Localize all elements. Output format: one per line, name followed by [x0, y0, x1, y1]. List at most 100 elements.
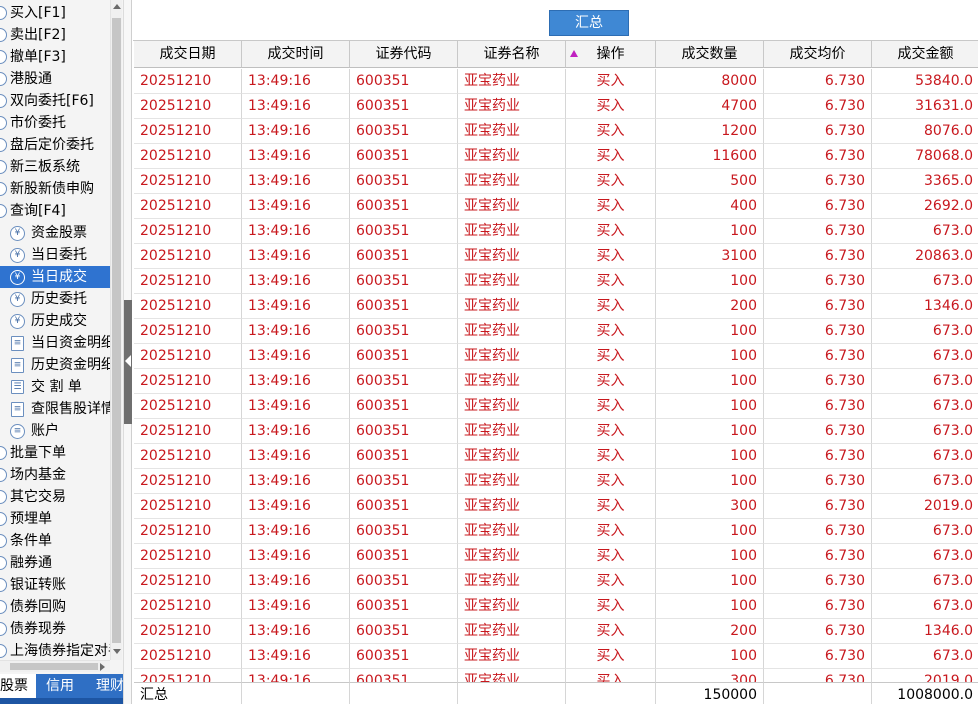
table-row[interactable]: 20251210 13:49:16 600351 亚宝药业 买入 500 6.730 3365…: [134, 169, 978, 194]
table-row[interactable]: 20251210 13:49:16 600351 亚宝药业 买入 11600 6.730 78…: [134, 144, 978, 169]
scroll-thumb[interactable]: [112, 18, 121, 643]
cell-trade-quantity: 100: [656, 269, 764, 294]
cell-operation: 买入: [566, 594, 656, 619]
scroll-thumb[interactable]: [10, 663, 98, 670]
nav-item-ipo-subscribe[interactable]: 新股新债申购: [0, 178, 110, 200]
cell-trade-amount: 1346.0: [872, 294, 978, 319]
nav-item-batch-order[interactable]: 批量下单: [0, 442, 110, 464]
scroll-up-icon[interactable]: [113, 4, 121, 9]
table-row[interactable]: 20251210 13:49:16 600351 亚宝药业 买入 100 6.730 673.…: [134, 569, 978, 594]
nav-item-two-way-order[interactable]: 双向委托[F6]: [0, 90, 110, 112]
cell-operation: 买入: [566, 144, 656, 169]
table-row[interactable]: 20251210 13:49:16 600351 亚宝药业 买入 200 6.730 1346…: [134, 619, 978, 644]
scroll-down-icon[interactable]: [113, 649, 121, 654]
table-row[interactable]: 20251210 13:49:16 600351 亚宝药业 买入 100 6.730 673.…: [134, 519, 978, 544]
table-row[interactable]: 20251210 13:49:16 600351 亚宝药业 买入 300 6.730 2019…: [134, 494, 978, 519]
nav-item-query[interactable]: 查询[F4]: [0, 200, 110, 222]
nav-item-hk-connect[interactable]: 港股通: [0, 68, 110, 90]
table-row[interactable]: 20251210 13:49:16 600351 亚宝药业 买入 100 6.730 673.…: [134, 344, 978, 369]
nav-item-neeq[interactable]: 新三板系统: [0, 156, 110, 178]
circle-icon: [0, 182, 7, 196]
nav-item-conditional-order[interactable]: 条件单: [0, 530, 110, 552]
nav-item-funds-stocks[interactable]: ¥ 资金股票: [0, 222, 110, 244]
table-row[interactable]: 20251210 13:49:16 600351 亚宝药业 买入 3100 6.730 208…: [134, 244, 978, 269]
nav-item-sell[interactable]: 卖出[F2]: [0, 24, 110, 46]
nav-item-spot-bond[interactable]: 债券现券: [0, 618, 110, 640]
column-header-trade-time[interactable]: 成交时间: [242, 41, 350, 68]
table-row[interactable]: 20251210 13:49:16 600351 亚宝药业 买入 100 6.730 673.…: [134, 319, 978, 344]
nav-vertical-scrollbar[interactable]: [110, 0, 122, 660]
cell-trade-date: 20251210: [134, 444, 242, 469]
cell-trade-date: 20251210: [134, 469, 242, 494]
total-security-code: [350, 682, 458, 704]
nav-item-today-trades[interactable]: ¥ 当日成交: [0, 266, 110, 288]
circle-icon: [0, 512, 7, 526]
nav-item-cancel-order[interactable]: 撤单[F3]: [0, 46, 110, 68]
table-row[interactable]: 20251210 13:49:16 600351 亚宝药业 买入 100 6.730 673.…: [134, 644, 978, 669]
nav-horizontal-scrollbar[interactable]: [0, 660, 110, 672]
column-header-trade-quantity[interactable]: 成交数量: [656, 41, 764, 68]
nav-item-other-trade[interactable]: 其它交易: [0, 486, 110, 508]
nav-item-label: 查询[F4]: [10, 203, 66, 219]
nav-item-account[interactable]: ≡ 账户: [0, 420, 110, 442]
nav-item-settlement[interactable]: ☰ 交 割 单: [0, 376, 110, 398]
nav-item-exchange-fund[interactable]: 场内基金: [0, 464, 110, 486]
nav-item-label: 卖出[F2]: [10, 27, 66, 43]
scroll-right-icon[interactable]: [100, 663, 105, 671]
panel-splitter[interactable]: [123, 0, 132, 704]
collapse-left-icon[interactable]: [125, 355, 131, 367]
tab-wealth[interactable]: 理财: [96, 674, 123, 698]
nav-item-restricted-shares[interactable]: ≡ 查限售股详情: [0, 398, 110, 420]
nav-item-history-fund-detail[interactable]: ≡ 历史资金明细: [0, 354, 110, 376]
table-row[interactable]: 20251210 13:49:16 600351 亚宝药业 买入 100 6.730 673.…: [134, 594, 978, 619]
table-row[interactable]: 20251210 13:49:16 600351 亚宝药业 买入 100 6.730 673.…: [134, 369, 978, 394]
column-header-trade-amount[interactable]: 成交金额: [872, 41, 978, 68]
column-header-trade-date[interactable]: 成交日期: [134, 41, 242, 68]
cell-security-code: 600351: [350, 69, 458, 94]
cell-operation: 买入: [566, 369, 656, 394]
nav-item-history-orders[interactable]: ¥ 历史委托: [0, 288, 110, 310]
cell-trade-time: 13:49:16: [242, 244, 350, 269]
nav-item-after-hours-order[interactable]: 盘后定价委托: [0, 134, 110, 156]
table-row[interactable]: 20251210 13:49:16 600351 亚宝药业 买入 100 6.730 673.…: [134, 544, 978, 569]
table-row[interactable]: 20251210 13:49:16 600351 亚宝药业 买入 100 6.730 673.…: [134, 394, 978, 419]
nav-item-market-order[interactable]: 市价委托: [0, 112, 110, 134]
nav-item-today-fund-detail[interactable]: ≡ 当日资金明细: [0, 332, 110, 354]
table-row[interactable]: 20251210 13:49:16 600351 亚宝药业 买入 100 6.730 673.…: [134, 419, 978, 444]
table-row[interactable]: 20251210 13:49:16 600351 亚宝药业 买入 400 6.730 2692…: [134, 194, 978, 219]
cell-trade-amount: 673.0: [872, 219, 978, 244]
column-header-security-code[interactable]: 证券代码: [350, 41, 458, 68]
column-header-security-name[interactable]: 证券名称: [458, 41, 566, 68]
summary-button[interactable]: 汇总: [549, 10, 629, 36]
cell-security-name: 亚宝药业: [458, 569, 566, 594]
cell-security-name: 亚宝药业: [458, 69, 566, 94]
column-header-operation[interactable]: 操作: [566, 41, 656, 68]
table-row[interactable]: 20251210 13:49:16 600351 亚宝药业 买入 4700 6.730 316…: [134, 94, 978, 119]
table-row[interactable]: 20251210 13:49:16 600351 亚宝药业 买入 200 6.730 1346…: [134, 294, 978, 319]
cell-trade-amount: 2692.0: [872, 194, 978, 219]
cell-trade-time: 13:49:16: [242, 419, 350, 444]
tab-stock[interactable]: 股票: [0, 674, 36, 698]
nav-item-bank-transfer[interactable]: 银证转账: [0, 574, 110, 596]
circle-icon: [0, 600, 7, 614]
table-row[interactable]: 20251210 13:49:16 600351 亚宝药业 买入 100 6.730 673.…: [134, 269, 978, 294]
cell-trade-date: 20251210: [134, 494, 242, 519]
cell-trade-time: 13:49:16: [242, 544, 350, 569]
cell-operation: 买入: [566, 244, 656, 269]
cell-operation: 买入: [566, 544, 656, 569]
table-row[interactable]: 20251210 13:49:16 600351 亚宝药业 买入 100 6.730 673.…: [134, 469, 978, 494]
nav-item-securities-lending[interactable]: 融券通: [0, 552, 110, 574]
cell-trade-amount: 673.0: [872, 319, 978, 344]
table-row[interactable]: 20251210 13:49:16 600351 亚宝药业 买入 8000 6.730 538…: [134, 69, 978, 94]
nav-item-history-trades[interactable]: ¥ 历史成交: [0, 310, 110, 332]
tab-credit[interactable]: 信用: [46, 674, 80, 698]
table-row[interactable]: 20251210 13:49:16 600351 亚宝药业 买入 100 6.730 673.…: [134, 444, 978, 469]
nav-item-bond-repo[interactable]: 债券回购: [0, 596, 110, 618]
table-row[interactable]: 20251210 13:49:16 600351 亚宝药业 买入 100 6.730 673.…: [134, 219, 978, 244]
nav-item-today-orders[interactable]: ¥ 当日委托: [0, 244, 110, 266]
table-row[interactable]: 20251210 13:49:16 600351 亚宝药业 买入 1200 6.730 807…: [134, 119, 978, 144]
nav-item-sh-bond-counterparty[interactable]: 上海债券指定对手: [0, 640, 110, 660]
nav-item-preset-order[interactable]: 预埋单: [0, 508, 110, 530]
nav-item-buy[interactable]: 买入[F1]: [0, 2, 110, 24]
column-header-avg-price[interactable]: 成交均价: [764, 41, 872, 68]
